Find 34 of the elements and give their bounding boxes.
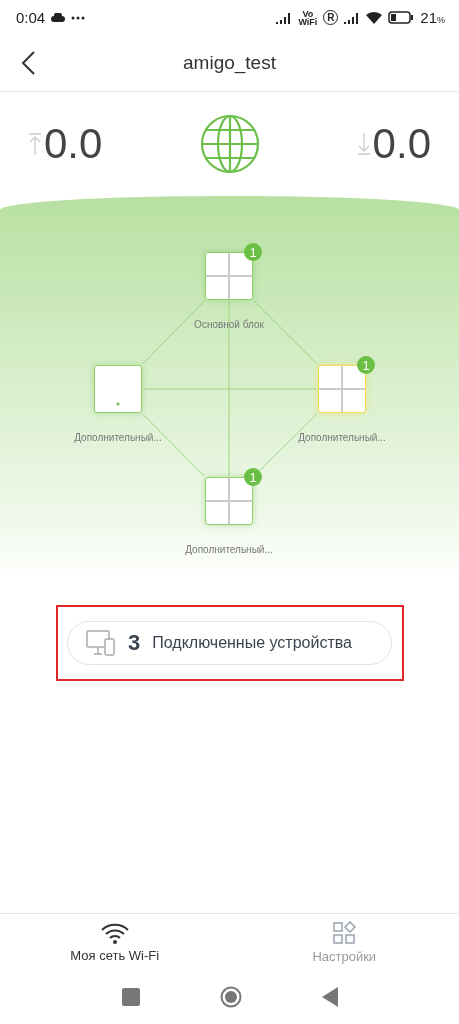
recents-button[interactable]	[121, 988, 140, 1006]
count-badge: 1	[357, 356, 375, 374]
globe-icon	[198, 113, 261, 175]
wifi-icon	[366, 11, 383, 24]
upload-icon	[28, 133, 42, 155]
node-label: Основной блок	[194, 319, 264, 330]
wifi-icon	[99, 921, 130, 944]
upload-speed: 0.0	[44, 120, 103, 168]
devices-label: Подключенные устройства	[152, 634, 352, 652]
download-icon	[356, 133, 371, 155]
devices-icon	[86, 630, 116, 656]
node-label: Дополнительный...	[74, 432, 162, 443]
more-icon	[71, 15, 86, 20]
node-label: Дополнительный...	[185, 544, 273, 555]
signal-icon	[344, 11, 361, 24]
connected-devices-button[interactable]: 3 Подключенные устройства	[67, 621, 392, 665]
battery-percent: 21%	[420, 9, 445, 26]
page-title: amigo_test	[183, 52, 276, 74]
battery-icon	[388, 11, 415, 24]
count-badge: 1	[244, 243, 262, 261]
download-speed: 0.0	[372, 120, 431, 168]
node-label: Дополнительный...	[298, 432, 386, 443]
back-nav-button[interactable]	[321, 987, 338, 1007]
cloud-icon	[51, 13, 66, 22]
signal-icon	[276, 11, 293, 24]
nav-tab[interactable]: Моя сеть Wi-Fi	[0, 914, 230, 970]
device-count: 3	[128, 630, 141, 656]
status-light-icon	[116, 402, 120, 406]
vowifi-icon: Vo WiFi	[298, 9, 318, 26]
home-button[interactable]	[219, 986, 242, 1008]
status-time: 0:04	[16, 9, 46, 26]
count-badge: 1	[244, 468, 262, 486]
router-node[interactable]	[94, 365, 142, 413]
grid-icon	[332, 920, 357, 945]
